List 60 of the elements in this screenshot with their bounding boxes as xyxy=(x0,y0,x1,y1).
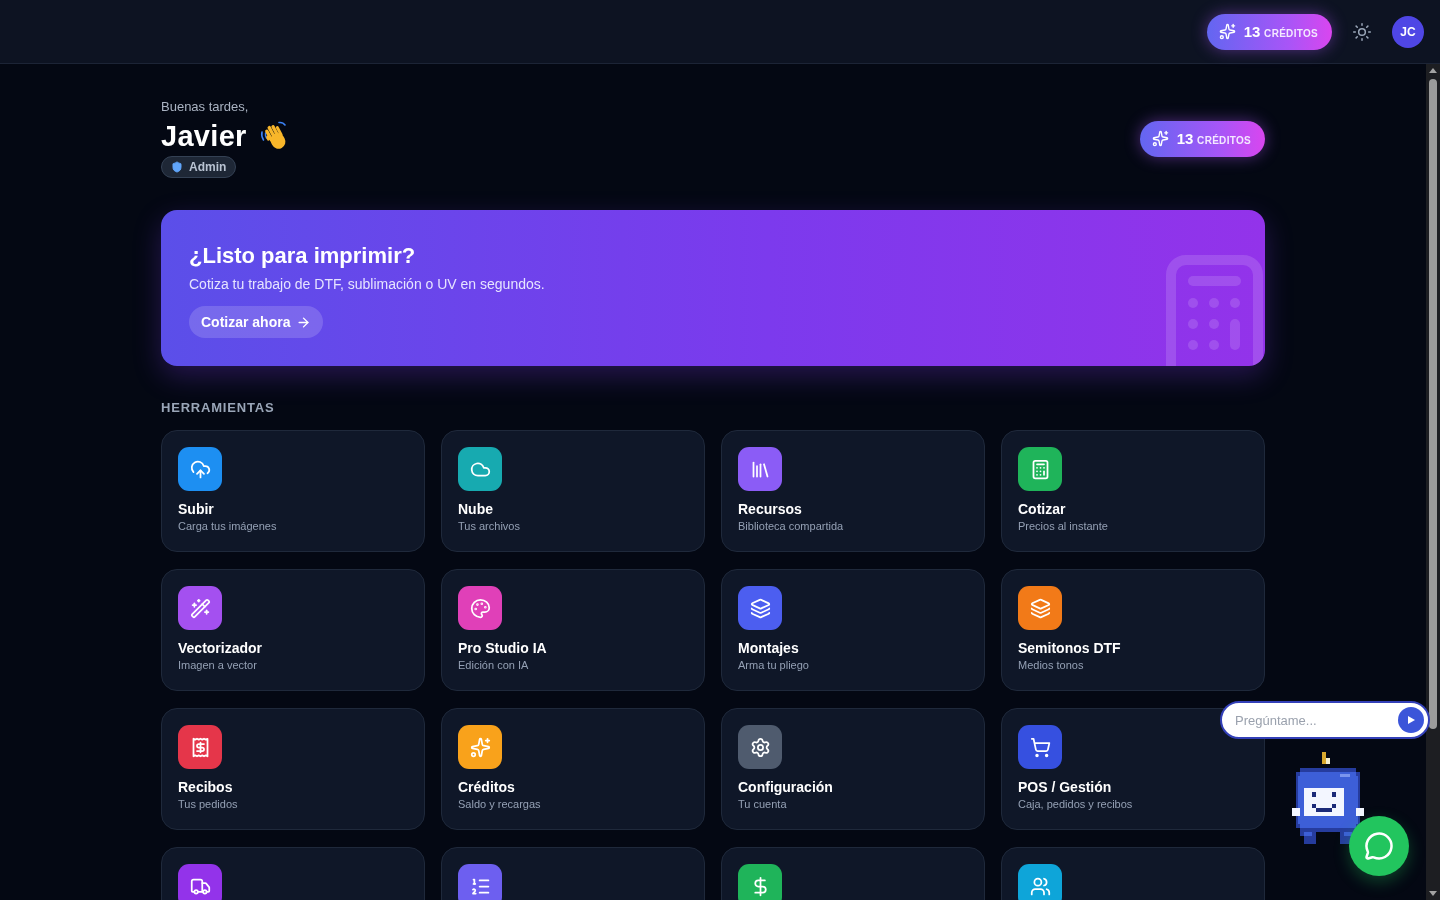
section-heading: HERRAMIENTAS xyxy=(161,400,275,416)
send-icon xyxy=(1407,716,1415,724)
credits-button[interactable]: 13 CRÉDITOS xyxy=(1139,120,1265,157)
tool-subtitle: Tus archivos xyxy=(458,519,520,533)
tool-subtitle: Biblioteca compartida xyxy=(738,519,844,533)
tool-title: Cotizar xyxy=(1018,500,1066,518)
robot-mascot-drawing[interactable] xyxy=(1292,752,1364,844)
banner-title: ¿Listo para imprimir? xyxy=(189,242,416,270)
tool-card[interactable]: Recursos Biblioteca compartida xyxy=(721,430,985,552)
tool-subtitle: Arma tu pliego xyxy=(738,658,809,672)
tool-title: Recibos xyxy=(178,778,233,796)
tool-subtitle: Tu cuenta xyxy=(738,797,787,811)
tool-card[interactable]: Vectorizador Imagen a vector xyxy=(161,569,425,691)
tool-subtitle: Edición con IA xyxy=(458,658,529,672)
tool-card[interactable]: Montajes Arma tu pliego xyxy=(721,569,985,691)
tool-card[interactable]: Pro Studio IA Edición con IA xyxy=(441,569,705,691)
tool-subtitle: Caja, pedidos y recibos xyxy=(1018,797,1133,811)
tool-subtitle: Precios al instante xyxy=(1018,519,1108,533)
scrollbar[interactable] xyxy=(1426,64,1440,900)
calculator-icon xyxy=(1166,255,1263,366)
scroll-thumb[interactable] xyxy=(1429,79,1437,729)
role-label: Admin xyxy=(189,160,227,174)
user-name: Javier xyxy=(161,119,247,154)
tool-title: POS / Gestión xyxy=(1018,778,1112,796)
sun-icon[interactable] xyxy=(1352,21,1372,42)
tool-title: Recursos xyxy=(738,500,802,518)
tool-title: Vectorizador xyxy=(178,639,263,657)
chat-button[interactable] xyxy=(1349,816,1409,876)
tool-card[interactable]: Nube Tus archivos xyxy=(441,430,705,552)
tool-title: Pro Studio IA xyxy=(458,639,547,657)
tool-subtitle: Imagen a vector xyxy=(178,658,257,672)
greeting-text: Buenas tardes, xyxy=(161,99,249,115)
shield-icon xyxy=(171,161,183,173)
ask-field[interactable]: Pregúntame... xyxy=(1220,701,1430,739)
tool-card[interactable]: Cotizar Precios al instante xyxy=(1001,430,1265,552)
tool-title: Montajes xyxy=(738,639,799,657)
arrow-right-icon xyxy=(296,314,312,330)
tool-subtitle: Tus pedidos xyxy=(178,797,238,811)
scroll-down-icon[interactable] xyxy=(1429,891,1437,896)
quote-now-button[interactable]: Cotizar ahora xyxy=(189,306,324,338)
tool-subtitle: Medios tonos xyxy=(1018,658,1084,672)
tool-card[interactable]: Subir Carga tus imágenes xyxy=(161,430,425,552)
tool-title: Nube xyxy=(458,500,493,518)
tool-title: Subir xyxy=(178,500,214,518)
tool-card[interactable]: Recibos Tus pedidos xyxy=(161,708,425,830)
tool-title: Créditos xyxy=(458,778,515,796)
tool-subtitle: Saldo y recargas xyxy=(458,797,541,811)
user-avatar[interactable]: JC xyxy=(1392,15,1424,48)
tool-card[interactable]: Créditos Saldo y recargas xyxy=(441,708,705,830)
tool-title: Semitonos DTF xyxy=(1018,639,1121,657)
banner-subtitle: Cotiza tu trabajo de DTF, sublimación o UV en segundos. xyxy=(189,275,545,294)
chat-bubble-icon xyxy=(1364,831,1394,861)
tool-card[interactable]: Configuración Tu cuenta xyxy=(721,708,985,830)
credits-button[interactable]: 13 CRÉDITOS xyxy=(1206,13,1332,50)
tool-title: Configuración xyxy=(738,778,833,796)
tool-subtitle: Carga tus imágenes xyxy=(178,519,277,533)
scroll-up-icon[interactable] xyxy=(1429,68,1437,73)
sparkles-icon xyxy=(1151,130,1169,147)
tool-card[interactable]: Semitonos DTF Medios tonos xyxy=(1001,569,1265,691)
sparkles-icon xyxy=(1218,23,1236,40)
